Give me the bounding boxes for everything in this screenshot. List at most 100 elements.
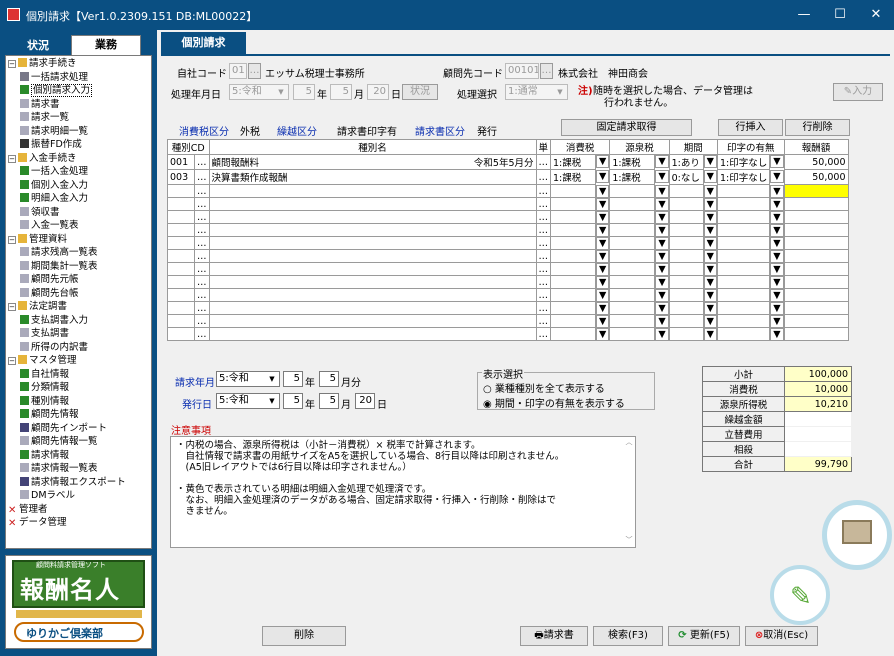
tree-item[interactable]: 期間集計一覧表 <box>20 260 98 272</box>
processing-month-field[interactable]: 5 <box>330 84 352 100</box>
unit-lookup-button[interactable]: … <box>535 314 551 328</box>
type-cd-cell[interactable] <box>167 314 195 328</box>
chevron-down-icon[interactable]: ▼ <box>703 262 717 276</box>
chevron-down-icon[interactable]: ▼ <box>770 275 784 289</box>
chevron-down-icon[interactable]: ▼ <box>655 327 669 341</box>
chevron-down-icon[interactable]: ▼ <box>703 249 717 263</box>
minimize-icon[interactable]: — <box>786 0 822 30</box>
chevron-down-icon[interactable]: ▼ <box>655 275 669 289</box>
type-cd-cell[interactable] <box>167 197 195 211</box>
tree-item[interactable]: 振替FD作成 <box>20 139 82 150</box>
issue-day-field[interactable]: 20 <box>355 393 375 409</box>
consumption-tax-cell[interactable]: 1:課税 <box>550 169 597 185</box>
chevron-down-icon[interactable]: ▼ <box>655 155 669 168</box>
chevron-down-icon[interactable]: ▼ <box>770 236 784 250</box>
consumption-tax-cell[interactable] <box>550 223 597 237</box>
chevron-down-icon[interactable]: ▼ <box>596 288 610 302</box>
chevron-down-icon[interactable]: ▼ <box>703 169 717 183</box>
chevron-down-icon[interactable]: ▼ <box>596 249 610 263</box>
chevron-down-icon[interactable]: ▼ <box>770 223 784 237</box>
tree-item[interactable]: 個別請求入力 <box>20 84 93 97</box>
amount-cell[interactable]: 50,000 <box>783 154 849 170</box>
type-name-cell[interactable] <box>208 223 537 237</box>
unit-lookup-button[interactable]: … <box>535 327 551 341</box>
chevron-down-icon[interactable]: ▼ <box>655 301 669 315</box>
consumption-tax-cell[interactable] <box>550 262 597 276</box>
unit-lookup-button[interactable]: … <box>535 154 551 170</box>
collapse-icon[interactable]: − <box>8 357 16 365</box>
maximize-icon[interactable]: ☐ <box>822 0 858 30</box>
amount-cell[interactable] <box>783 301 849 315</box>
chevron-down-icon[interactable]: ▼ <box>770 184 784 198</box>
type-lookup-button[interactable]: … <box>194 288 210 302</box>
withholding-tax-cell[interactable] <box>609 314 656 328</box>
type-name-cell[interactable] <box>208 184 537 198</box>
type-name-cell[interactable]: 決算書類作成報酬 <box>208 169 537 185</box>
chevron-down-icon[interactable]: ▼ <box>596 301 610 315</box>
type-lookup-button[interactable]: … <box>194 236 210 250</box>
tree-item[interactable]: 顧問先情報一覧 <box>20 436 98 447</box>
type-name-cell[interactable] <box>208 210 537 224</box>
print-cell[interactable] <box>716 210 771 224</box>
type-lookup-button[interactable]: … <box>194 327 210 341</box>
type-name-cell[interactable] <box>208 288 537 302</box>
print-cell[interactable]: 1:印字なし <box>716 169 771 185</box>
print-cell[interactable] <box>716 288 771 302</box>
type-lookup-button[interactable]: … <box>194 169 210 185</box>
chevron-down-icon[interactable]: ▼ <box>703 223 717 237</box>
chevron-down-icon[interactable]: ▼ <box>770 197 784 211</box>
period-cell[interactable] <box>668 236 704 250</box>
collapse-icon[interactable]: − <box>8 60 16 68</box>
chevron-down-icon[interactable]: ▼ <box>655 197 669 211</box>
collapse-icon[interactable]: − <box>8 154 16 163</box>
chevron-down-icon[interactable]: ▼ <box>703 236 717 250</box>
client-lookup-button[interactable]: … <box>540 63 553 79</box>
withholding-tax-cell[interactable] <box>609 262 656 276</box>
display-option-period[interactable]: ◉ 期間・印字の有無を表示する <box>483 395 625 410</box>
chevron-down-icon[interactable]: ▼ <box>596 210 610 224</box>
cancel-button[interactable]: ⊗取消(Esc) <box>745 626 818 646</box>
chevron-down-icon[interactable]: ▼ <box>655 184 669 198</box>
chevron-down-icon[interactable]: ▼ <box>770 301 784 315</box>
tree-item[interactable]: 顧問先元帳 <box>20 274 79 285</box>
tree-item[interactable]: 分類情報 <box>20 382 69 393</box>
collapse-icon[interactable]: − <box>8 303 16 311</box>
period-cell[interactable] <box>668 275 704 289</box>
chevron-down-icon[interactable]: ▼ <box>770 210 784 224</box>
update-button[interactable]: ⟳ 更新(F5) <box>668 626 740 646</box>
chevron-down-icon[interactable]: ▼ <box>596 236 610 250</box>
amount-cell[interactable] <box>783 327 849 341</box>
chevron-down-icon[interactable]: ▼ <box>655 169 669 183</box>
type-name-cell[interactable] <box>208 197 537 211</box>
tree-item[interactable]: 請求情報エクスポート <box>20 476 126 488</box>
print-cell[interactable] <box>716 236 771 250</box>
type-lookup-button[interactable]: … <box>194 275 210 289</box>
chevron-down-icon[interactable]: ▼ <box>703 197 717 211</box>
unit-lookup-button[interactable]: … <box>535 184 551 198</box>
chevron-down-icon[interactable]: ▼ <box>770 249 784 263</box>
tree-item[interactable]: − マスタ管理 <box>8 355 77 366</box>
type-cd-cell[interactable] <box>167 236 195 250</box>
chevron-down-icon[interactable]: ▼ <box>655 236 669 250</box>
tree-item[interactable]: 種別情報 <box>20 395 69 407</box>
print-cell[interactable] <box>716 249 771 263</box>
consumption-tax-cell[interactable] <box>550 236 597 250</box>
delete-button[interactable]: 削除 <box>262 626 346 646</box>
tree-item[interactable]: − 入金手続き <box>8 152 77 164</box>
type-lookup-button[interactable]: … <box>194 184 210 198</box>
print-cell[interactable] <box>716 223 771 237</box>
type-name-cell[interactable] <box>208 314 537 328</box>
type-cd-cell[interactable]: 001 <box>167 154 195 170</box>
period-cell[interactable] <box>668 197 704 211</box>
collapse-icon[interactable]: − <box>8 235 16 244</box>
tree-item[interactable]: − 請求手続き <box>8 58 77 69</box>
consumption-tax-cell[interactable] <box>550 301 597 315</box>
print-cell[interactable]: 1:印字なし <box>716 154 771 170</box>
unit-lookup-button[interactable]: … <box>535 223 551 237</box>
search-button[interactable]: 検索(F3) <box>593 626 663 646</box>
tree-item[interactable]: 支払調書入力 <box>20 314 88 326</box>
period-cell[interactable] <box>668 314 704 328</box>
amount-cell[interactable] <box>783 184 849 198</box>
type-cd-cell[interactable] <box>167 249 195 263</box>
unit-lookup-button[interactable]: … <box>535 210 551 224</box>
